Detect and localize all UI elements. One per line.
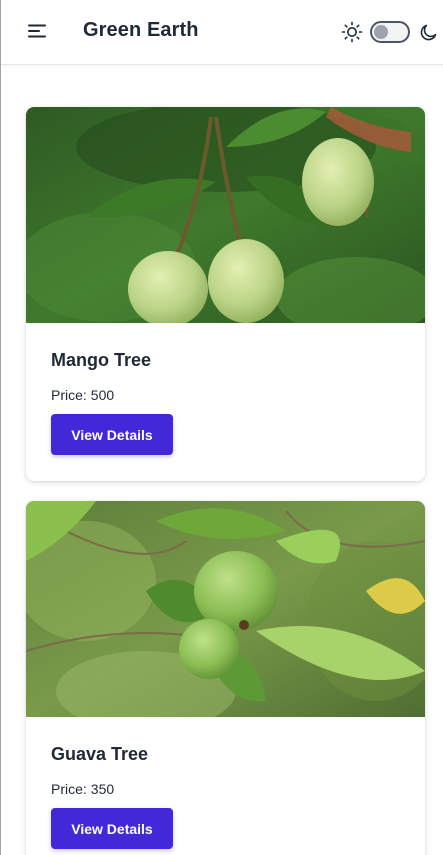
navbar: Green Earth [1, 0, 443, 65]
price-label: Price: [51, 387, 87, 403]
toggle-knob [374, 25, 388, 39]
product-price: Price: 500 [51, 387, 114, 403]
theme-toggle[interactable] [370, 21, 410, 43]
price-value: 500 [90, 387, 115, 403]
product-card: Guava Tree Price: 350 View Details [26, 501, 425, 855]
sun-icon [340, 20, 364, 44]
product-card: Mango Tree Price: 500 View Details [26, 107, 425, 481]
price-label: Price: [51, 781, 87, 797]
mango-tree-image [26, 107, 425, 323]
guava-tree-image [26, 501, 425, 717]
product-name: Mango Tree [51, 350, 152, 370]
product-name: Guava Tree [51, 744, 149, 764]
brand-title[interactable]: Green Earth [83, 19, 199, 42]
page: Green Earth Mango Tree Price: 500 View D… [0, 0, 443, 855]
hamburger-menu-icon [28, 24, 46, 43]
view-details-button[interactable]: View Details [51, 808, 173, 849]
menu-button[interactable] [23, 20, 51, 46]
moon-icon [418, 20, 440, 44]
price-value: 350 [90, 781, 115, 797]
theme-controls [340, 18, 440, 46]
product-price: Price: 350 [51, 781, 114, 797]
view-details-button[interactable]: View Details [51, 414, 173, 455]
